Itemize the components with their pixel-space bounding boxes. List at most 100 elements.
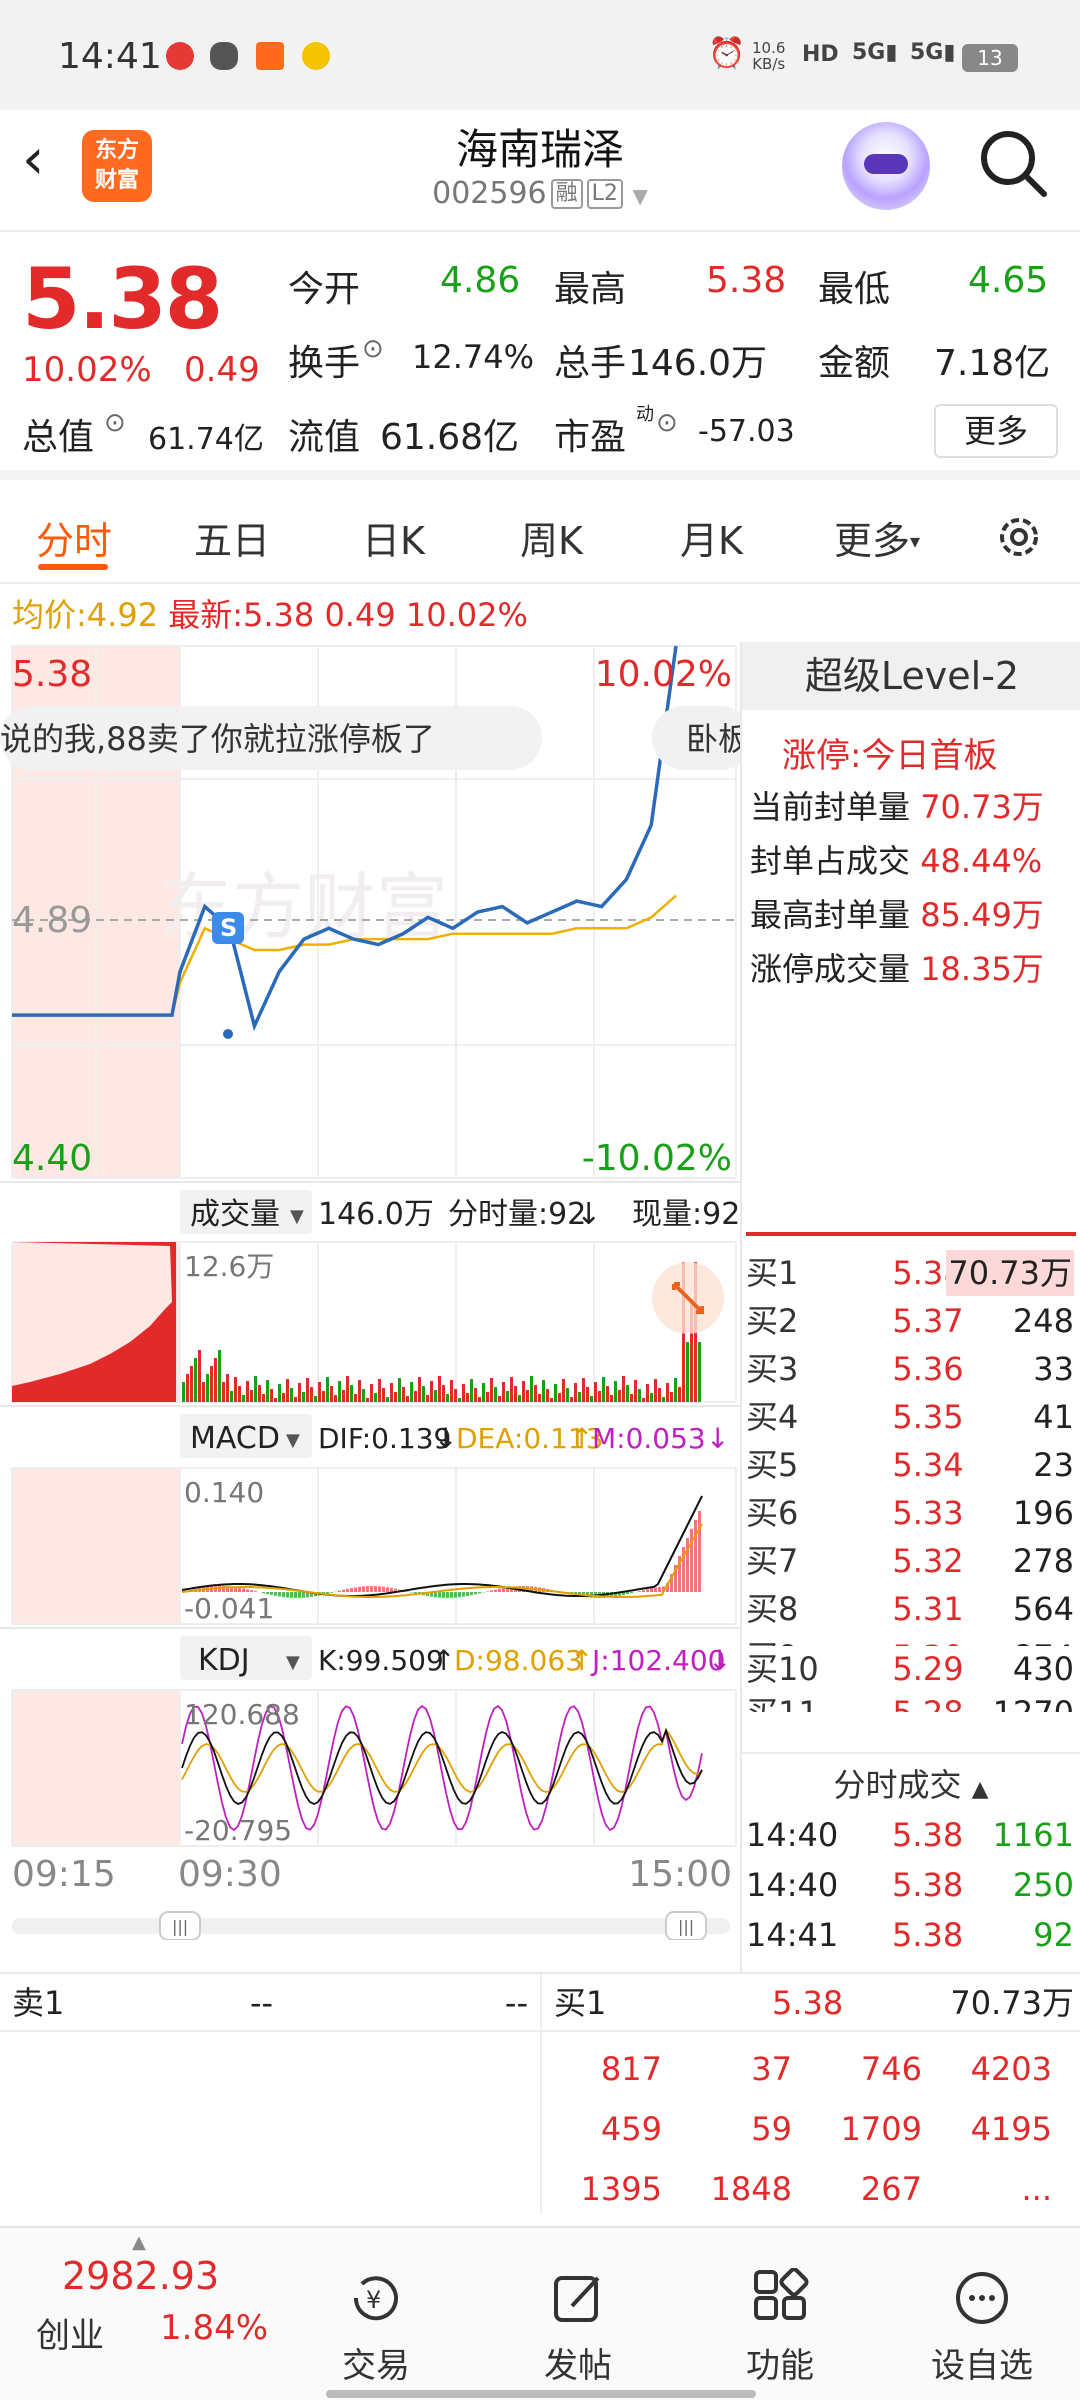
bid-price: 5.31 — [892, 1590, 964, 1628]
volume-bar — [674, 1378, 677, 1402]
order-book-more[interactable]: 买10 5.29 430 买11 5.281270 — [742, 1646, 1080, 1746]
level-tag: L2 — [586, 179, 623, 209]
tab-five-day[interactable]: 五日 — [194, 510, 270, 565]
range-slider-track[interactable] — [12, 1918, 730, 1934]
volume-bar — [578, 1392, 581, 1402]
volume-bar — [590, 1396, 593, 1402]
volume-bar — [378, 1379, 381, 1402]
more-button[interactable]: 更多 — [934, 404, 1058, 458]
volume-bar — [262, 1394, 265, 1402]
macd-bar — [478, 1592, 481, 1594]
macd-bar — [278, 1592, 281, 1597]
macd-bar — [350, 1588, 353, 1592]
low-value: 4.65 — [968, 260, 1049, 301]
price-top-label: 5.38 — [12, 654, 92, 695]
queue-cell: 459 — [600, 2110, 662, 2148]
volume-bar — [586, 1387, 589, 1402]
tab-weekly-k[interactable]: 周K — [520, 510, 583, 565]
caret-down-icon: ▼ — [286, 1430, 300, 1451]
right-panel: 超级Level-2 涨停:今日首板 当前封单量 70.73万 封单占成交 48.… — [740, 642, 1080, 1972]
queue-panel: 卖1 -- -- 买1 5.38 70.73万 817 37 746 4203 459 5… — [0, 1972, 1080, 2214]
volume-bar — [354, 1394, 357, 1402]
bid-volume: 248 — [1012, 1302, 1074, 1340]
macd-bar — [290, 1592, 293, 1598]
tab-intraday[interactable]: 分时 — [36, 510, 112, 565]
open-label: 今开 — [288, 269, 361, 310]
alarm-icon: ⏰ — [708, 36, 746, 71]
volume-bar — [662, 1397, 665, 1402]
pe-label: 市盈 — [554, 417, 627, 458]
macd-bar — [338, 1590, 341, 1592]
volume-bar — [334, 1395, 337, 1402]
volume-bar — [182, 1382, 185, 1402]
volume-bar — [658, 1388, 661, 1402]
float-value: 61.68亿 — [380, 417, 520, 458]
tab-more[interactable]: 更多▾ — [834, 510, 920, 565]
volume-bar — [534, 1385, 537, 1402]
volume-bar — [266, 1380, 269, 1402]
volume-bar — [410, 1382, 413, 1402]
info-icon[interactable]: ⊙ — [104, 408, 126, 438]
gear-icon[interactable] — [992, 510, 1046, 564]
nav-trade-label: 交易 — [342, 2346, 410, 2386]
volume-bar — [566, 1388, 569, 1402]
nav-add-watchlist[interactable]: 设自选 — [912, 2268, 1052, 2387]
volume-bar — [446, 1394, 449, 1402]
macd-bar — [474, 1592, 477, 1595]
latest-label: 最新: — [168, 596, 244, 634]
tab-daily-k[interactable]: 日K — [362, 510, 425, 565]
index-value[interactable]: 2982.93 — [62, 2254, 219, 2298]
chart-area[interactable]: 东方财富 说的我,88卖了你就拉涨停板了 卧板 S 5.38 4.89 4.40… — [0, 642, 752, 1941]
queue-cell: 1709 — [840, 2110, 922, 2148]
volume-bar — [274, 1398, 277, 1402]
volume-bar — [542, 1380, 545, 1402]
bid-label: 买9 — [746, 1634, 798, 1646]
d-value: D:98.063 — [454, 1644, 583, 1677]
nav-functions[interactable]: 功能 — [710, 2268, 850, 2387]
level2-title[interactable]: 超级Level-2 — [742, 642, 1080, 710]
kdj-select-label: KDJ — [198, 1643, 250, 1678]
queue-cell: 1848 — [710, 2170, 792, 2208]
volume-bar — [398, 1378, 401, 1402]
info-icon[interactable]: ⊙ — [362, 334, 384, 364]
macd-bar — [498, 1588, 501, 1592]
volume-bar — [618, 1390, 621, 1402]
nav-post[interactable]: 发帖 — [508, 2268, 648, 2387]
order-book[interactable]: 买1 5.38 70.73万 买2 5.37 248 买3 5.36 33 买4 5.35 41… — [742, 1242, 1080, 1646]
trade-price: 5.38 — [892, 1816, 964, 1854]
bid-row: 买6 5.33 196 — [742, 1490, 1078, 1536]
latest-value: 5.38 — [243, 596, 315, 634]
macd-bar — [450, 1592, 453, 1598]
intraday-chart[interactable]: 东方财富 说的我,88卖了你就拉涨停板了 卧板 S 5.38 4.89 4.40… — [0, 642, 752, 1941]
nav-trade[interactable]: ¥ 交易 — [306, 2268, 446, 2387]
volume-bar — [362, 1389, 365, 1402]
macd-bar — [690, 1529, 693, 1592]
macd-bar — [366, 1586, 369, 1592]
volume-bar — [234, 1377, 237, 1402]
mktcap-value: 61.74亿 — [148, 422, 264, 457]
hd-icon: HD — [802, 42, 839, 67]
volume-bar — [638, 1389, 641, 1402]
robot-assistant-icon[interactable] — [842, 122, 930, 210]
trade-row: 14:41 5.38 92 — [742, 1910, 1078, 1960]
kdj-min-label: -20.795 — [184, 1814, 292, 1847]
info-icon[interactable]: ⊙ — [656, 408, 678, 438]
volume-bar — [210, 1366, 213, 1402]
volume-bar — [678, 1387, 681, 1402]
volume-bar — [190, 1366, 193, 1402]
stock-code: 002596 — [432, 176, 547, 211]
bid-volume: 430 — [1012, 1650, 1074, 1688]
volume-bar — [630, 1394, 633, 1402]
queue-cell: 4203 — [970, 2050, 1052, 2088]
macd-select-label: MACD — [190, 1421, 280, 1456]
tick-volume: 分时量:92 — [448, 1197, 586, 1232]
trade-time: 14:40 — [746, 1816, 839, 1854]
search-icon[interactable] — [978, 128, 1050, 200]
tab-monthly-k[interactable]: 月K — [680, 510, 743, 565]
trades-title[interactable]: 分时成交 ▲ — [742, 1760, 1080, 1806]
volume-bar — [486, 1392, 489, 1402]
buy-queue[interactable]: 817 37 746 4203 459 59 1709 4195 1395 1848 267... — [542, 2036, 1080, 2214]
volume-bar — [382, 1388, 385, 1402]
bid-volume: 23 — [1033, 1446, 1074, 1484]
dif-value: DIF:0.139 — [318, 1422, 451, 1455]
